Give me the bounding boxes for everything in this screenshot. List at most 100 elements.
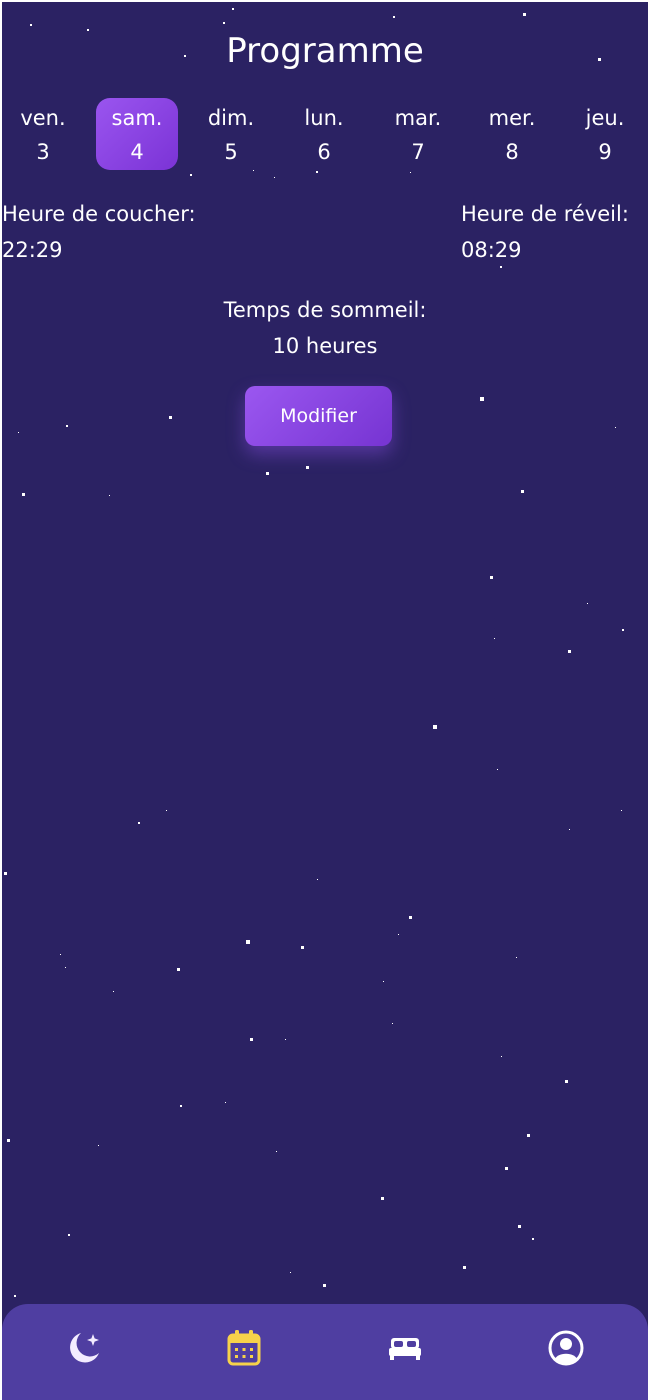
star-dot — [500, 266, 502, 268]
star-dot — [527, 1134, 530, 1137]
star-dot — [65, 967, 66, 968]
star-dot — [250, 1038, 253, 1041]
day-number: 5 — [224, 140, 238, 164]
day-name: sam. — [111, 106, 163, 130]
star-dot — [480, 397, 484, 401]
star-dot — [521, 490, 524, 493]
star-dot — [290, 1272, 291, 1273]
star-dot — [393, 16, 395, 18]
day-item-lun[interactable]: lun. 6 — [283, 98, 365, 170]
bedtime-label: Heure de coucher: — [2, 202, 196, 226]
star-dot — [68, 1234, 70, 1236]
star-dot — [4, 872, 7, 875]
star-dot — [392, 1023, 393, 1024]
star-dot — [232, 8, 234, 10]
day-name: lun. — [304, 106, 344, 130]
star-dot — [113, 991, 114, 992]
nav-sleep[interactable] — [62, 1326, 106, 1370]
star-dot — [14, 1295, 16, 1297]
star-dot — [98, 1145, 99, 1146]
star-dot — [381, 1197, 384, 1200]
day-number: 8 — [505, 140, 519, 164]
day-item-mar[interactable]: mar. 7 — [377, 98, 459, 170]
star-dot — [587, 603, 588, 604]
nav-schedule[interactable] — [222, 1326, 266, 1370]
star-dot — [383, 981, 384, 982]
bedtime-value: 22:29 — [2, 238, 63, 262]
day-item-jeu[interactable]: jeu. 9 — [564, 98, 646, 170]
star-dot — [398, 934, 399, 935]
star-dot — [169, 416, 172, 419]
wake-time-label: Heure de réveil: — [461, 202, 629, 226]
star-dot — [7, 1139, 10, 1142]
star-dot — [501, 1056, 502, 1057]
star-dot — [22, 493, 25, 496]
wake-time-block: Heure de réveil: 08:29 — [461, 200, 629, 264]
star-dot — [285, 1039, 286, 1040]
day-number: 4 — [130, 140, 144, 164]
star-dot — [246, 940, 250, 944]
sleep-duration-value: 10 heures — [272, 334, 378, 358]
star-dot — [266, 472, 269, 475]
star-dot — [66, 425, 68, 427]
star-dot — [410, 172, 411, 173]
day-item-ven[interactable]: ven. 3 — [2, 98, 84, 170]
star-dot — [409, 916, 412, 919]
star-dot — [190, 174, 192, 176]
star-dot — [505, 1167, 508, 1170]
day-name: jeu. — [585, 106, 625, 130]
wake-time-value: 08:29 — [461, 238, 522, 262]
star-dot — [225, 1102, 226, 1103]
star-dot — [565, 1080, 568, 1083]
day-name: mar. — [394, 106, 442, 130]
bedtime-block: Heure de coucher: 22:29 — [2, 200, 196, 264]
profile-icon — [547, 1329, 585, 1367]
star-dot — [516, 957, 517, 958]
star-dot — [463, 1266, 466, 1269]
star-dot — [30, 24, 32, 26]
star-dot — [60, 954, 61, 955]
day-number: 7 — [411, 140, 425, 164]
star-dot — [621, 810, 622, 811]
star-dot — [138, 822, 140, 824]
star-dot — [317, 879, 318, 880]
star-dot — [569, 829, 570, 830]
star-dot — [166, 810, 167, 811]
day-number: 6 — [317, 140, 331, 164]
day-item-sam[interactable]: sam. 4 — [96, 98, 178, 170]
calendar-icon — [226, 1329, 262, 1367]
bed-icon — [388, 1333, 422, 1363]
star-dot — [180, 1105, 182, 1107]
app-screen: Programme ven. 3 sam. 4 dim. 5 lun. 6 ma… — [2, 2, 648, 1400]
star-dot — [523, 13, 526, 16]
moon-stars-icon — [64, 1328, 104, 1368]
day-selector: ven. 3 sam. 4 dim. 5 lun. 6 mar. 7 mer. … — [2, 98, 648, 172]
day-item-dim[interactable]: dim. 5 — [190, 98, 272, 170]
star-dot — [518, 1225, 521, 1228]
day-number: 9 — [598, 140, 612, 164]
modify-button[interactable]: Modifier — [245, 386, 392, 446]
day-number: 3 — [36, 140, 50, 164]
star-dot — [223, 22, 225, 24]
star-dot — [494, 638, 495, 639]
star-dot — [323, 1284, 326, 1287]
nav-profile[interactable] — [544, 1326, 588, 1370]
star-dot — [615, 427, 616, 428]
star-dot — [568, 650, 571, 653]
star-dot — [109, 495, 110, 496]
star-dot — [274, 177, 275, 178]
day-name: dim. — [207, 106, 255, 130]
page-title: Programme — [226, 31, 424, 71]
star-dot — [306, 466, 309, 469]
star-dot — [177, 968, 180, 971]
nav-sleep-tracking[interactable] — [383, 1326, 427, 1370]
sleep-duration-block: Temps de sommeil: 10 heures — [2, 296, 648, 360]
star-dot — [276, 1151, 277, 1152]
day-name: ven. — [20, 106, 66, 130]
day-item-mer[interactable]: mer. 8 — [471, 98, 553, 170]
star-dot — [433, 725, 437, 729]
star-dot — [490, 576, 493, 579]
star-dot — [301, 946, 304, 949]
bottom-navigation — [2, 1304, 648, 1400]
sleep-duration-label: Temps de sommeil: — [223, 298, 427, 322]
